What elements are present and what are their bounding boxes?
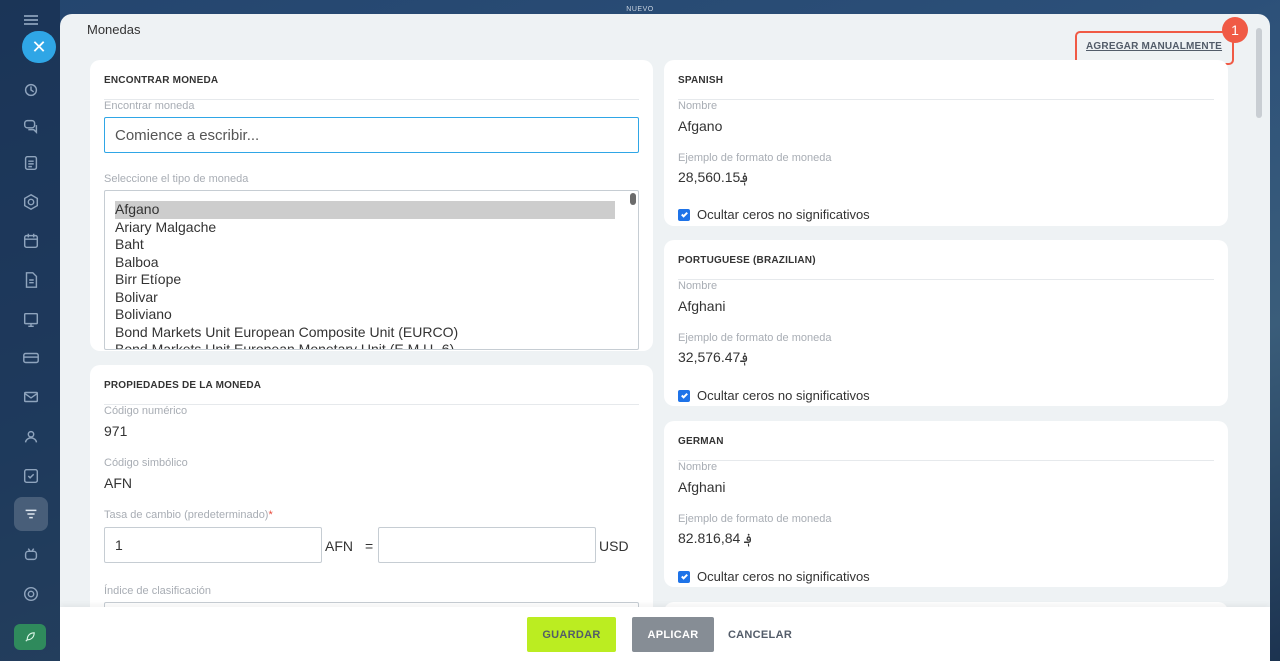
section-title: PROPIEDADES DE LA MONEDA (104, 380, 262, 391)
section-title: SPANISH (678, 75, 724, 86)
action-footer: GUARDAR APLICAR CANCELAR (60, 607, 1270, 661)
currency-panel: Monedas AGREGAR MANUALMENTE 1 ENCONTRAR … (60, 14, 1270, 661)
hide-zeros-label: Ocultar ceros no significativos (697, 207, 870, 222)
list-item[interactable]: Bond Markets Unit European Monetary Unit… (105, 341, 615, 349)
robot-icon[interactable] (20, 543, 42, 565)
name-value: Afgano (678, 118, 723, 134)
hide-zeros-label: Ocultar ceros no significativos (697, 388, 870, 403)
hide-zeros-option[interactable]: Ocultar ceros no significativos (678, 207, 870, 222)
crm-icon[interactable] (20, 191, 42, 213)
list-item[interactable]: Ariary Malgache (105, 219, 615, 237)
format-value: 28,560.15؋ (678, 169, 749, 185)
checkbox-checked-icon[interactable] (678, 570, 690, 583)
list-item[interactable]: Afgano (115, 201, 615, 219)
list-item[interactable]: Bond Markets Unit European Composite Uni… (105, 324, 615, 342)
name-label: Nombre (678, 100, 718, 112)
hide-zeros-option[interactable]: Ocultar ceros no significativos (678, 388, 870, 403)
exchange-rate-input[interactable]: 1 (104, 527, 322, 563)
format-value: 32,576.47؋ (678, 349, 749, 365)
rate-unit: AFN (325, 538, 353, 554)
section-title: GERMAN (678, 436, 724, 447)
menu-icon[interactable] (24, 15, 38, 25)
find-currency-card: ENCONTRAR MONEDA Encontrar moneda Comien… (90, 60, 653, 351)
target-unit: USD (599, 538, 629, 554)
list-item[interactable]: Baht (105, 236, 615, 254)
list-item[interactable]: Boliviano (105, 306, 615, 324)
tasks-icon[interactable] (20, 152, 42, 174)
exchange-rate-label: Tasa de cambio (predeterminado)* (104, 509, 273, 521)
equals-sign: = (365, 538, 374, 554)
page-title: Monedas (87, 22, 141, 37)
format-value: 82.816,84 ؋ (678, 530, 753, 546)
left-sidebar (0, 0, 60, 661)
target-rate-input[interactable] (378, 527, 596, 563)
chat-icon[interactable] (20, 115, 42, 137)
divider (678, 279, 1214, 280)
symbol-code-label: Código simbólico (104, 457, 188, 469)
section-title: ENCONTRAR MONEDA (104, 75, 219, 86)
numeric-code-value: 971 (104, 423, 128, 439)
top-label: NUEVO (626, 6, 654, 13)
search-label: Encontrar moneda (104, 100, 195, 112)
list-item[interactable]: Bolivar (105, 289, 615, 307)
symbol-code-value: AFN (104, 475, 132, 491)
language-card-portuguese: PORTUGUESE (BRAZILIAN) Nombre Afghani Ej… (664, 240, 1228, 406)
divider (678, 460, 1214, 461)
format-label: Ejemplo de formato de moneda (678, 332, 832, 344)
name-label: Nombre (678, 461, 718, 473)
step-badge: 1 (1222, 17, 1248, 43)
cancel-button[interactable]: CANCELAR (720, 617, 800, 652)
numeric-code-label: Código numérico (104, 405, 188, 417)
sort-index-label: Índice de clasificación (104, 585, 212, 597)
contacts-icon[interactable] (20, 426, 42, 448)
mail-icon[interactable] (20, 386, 42, 408)
checkbox-checked-icon[interactable] (678, 208, 690, 221)
calendar-icon[interactable] (20, 230, 42, 252)
format-label: Ejemplo de formato de moneda (678, 513, 832, 525)
scrollbar[interactable] (1256, 28, 1262, 118)
section-title: PORTUGUESE (BRAZILIAN) (678, 255, 816, 266)
list-item[interactable]: Birr Etíope (105, 271, 615, 289)
save-button[interactable]: GUARDAR (527, 617, 616, 652)
currency-type-label: Seleccione el tipo de moneda (104, 173, 249, 185)
list-item[interactable]: Balboa (105, 254, 615, 272)
checklist-icon[interactable] (20, 465, 42, 487)
checkbox-checked-icon[interactable] (678, 389, 690, 402)
name-label: Nombre (678, 280, 718, 292)
search-input[interactable]: Comience a escribir... (104, 117, 639, 153)
name-value: Afghani (678, 298, 726, 314)
apply-button[interactable]: APLICAR (632, 617, 714, 652)
divider (678, 99, 1214, 100)
shop-icon[interactable] (20, 347, 42, 369)
documents-icon[interactable] (20, 269, 42, 291)
properties-card: PROPIEDADES DE LA MONEDA Código numérico… (90, 365, 653, 632)
settings-icon[interactable] (20, 583, 42, 605)
close-icon[interactable]: ✕ (22, 31, 56, 63)
language-card-german: GERMAN Nombre Afghani Ejemplo de formato… (664, 421, 1228, 587)
hide-zeros-label: Ocultar ceros no significativos (697, 569, 870, 584)
hide-zeros-option[interactable]: Ocultar ceros no significativos (678, 569, 870, 584)
sites-icon[interactable] (20, 309, 42, 331)
list-scrollbar[interactable] (630, 193, 636, 205)
rocket-icon[interactable] (14, 624, 46, 650)
currency-type-list[interactable]: Afgano Ariary Malgache Baht Balboa Birr … (104, 190, 639, 350)
filter-icon[interactable] (20, 503, 42, 525)
language-card-spanish: SPANISH Nombre Afgano Ejemplo de formato… (664, 60, 1228, 226)
name-value: Afghani (678, 479, 726, 495)
activity-icon[interactable] (20, 79, 42, 101)
format-label: Ejemplo de formato de moneda (678, 152, 832, 164)
